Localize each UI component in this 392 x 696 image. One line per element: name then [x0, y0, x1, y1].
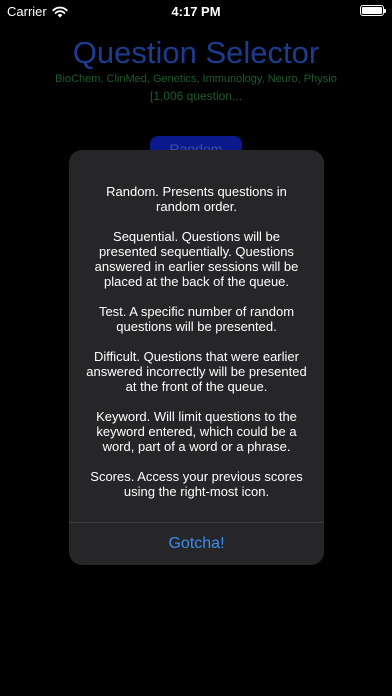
- alert-paragraph-keyword: Keyword. Will limit questions to the key…: [96, 409, 297, 454]
- screen: Carrier 4:17 PM Question Selector BioChe…: [0, 0, 392, 696]
- help-alert: Random. Presents questions in random ord…: [69, 150, 324, 565]
- subject-list: BioChem, ClinMed, Genetics, Immunology, …: [55, 73, 337, 85]
- status-bar: Carrier 4:17 PM: [0, 0, 392, 22]
- alert-paragraph-scores: Scores. Access your previous scores usin…: [90, 469, 303, 499]
- alert-paragraph-sequential: Sequential. Questions will be presented …: [94, 229, 299, 289]
- alert-message: Random. Presents questions in random ord…: [69, 150, 324, 499]
- battery-icon: [360, 5, 386, 16]
- clock: 4:17 PM: [171, 4, 221, 19]
- alert-paragraph-test: Test. A specific number of random questi…: [98, 304, 295, 334]
- gotcha-button[interactable]: Gotcha!: [69, 523, 324, 565]
- battery-fill: [362, 7, 382, 14]
- alert-paragraph-random: Random. Presents questions in random ord…: [106, 184, 287, 214]
- alert-paragraph-difficult: Difficult. Questions that were earlier a…: [86, 349, 307, 394]
- question-count: [1,006 question...: [149, 89, 243, 103]
- page-title: Question Selector: [72, 35, 320, 70]
